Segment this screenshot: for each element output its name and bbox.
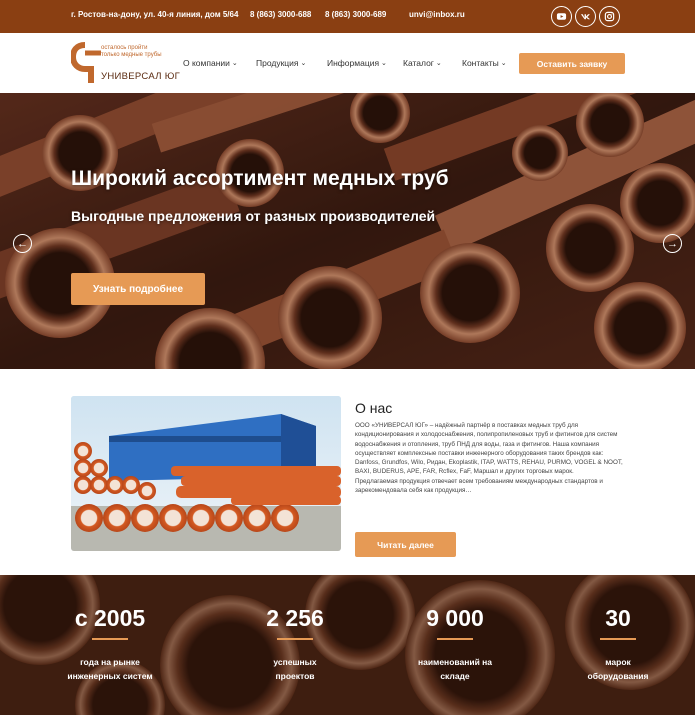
about-title: О нас	[355, 400, 393, 416]
hero-slider: Широкий ассортимент медных труб Выгодные…	[0, 93, 695, 369]
request-button[interactable]: Оставить заявку	[519, 53, 625, 74]
chevron-down-icon: ⌄	[231, 60, 238, 67]
nav-item-products[interactable]: Продукция ⌄	[256, 58, 306, 68]
phone-link-2[interactable]: 8 (863) 3000-689	[325, 10, 386, 19]
logo-slogan: осталось пройти только медные трубы	[101, 45, 162, 58]
stat-label: года на рынке инженерных систем	[67, 657, 153, 681]
about-paragraph-2: Предлагаемая продукция отвечает всем тре…	[355, 477, 603, 495]
nav-item-about[interactable]: О компании ⌄	[183, 58, 238, 68]
read-more-button[interactable]: Читать далее	[355, 532, 456, 557]
chevron-down-icon: ⌄	[500, 60, 507, 67]
nav-item-catalog[interactable]: Каталог ⌄	[403, 58, 442, 68]
copper-pipes-image	[0, 93, 695, 369]
logo-brand: УНИВЕРСАЛ ЮГ	[101, 71, 181, 82]
about-text: ООО «УНИВЕРСАЛ ЮГ» – надёжный партнёр в …	[355, 421, 629, 495]
stat-value: 2 256	[266, 605, 324, 631]
email-link[interactable]: unvi@inbox.ru	[409, 10, 465, 19]
stat-label: успешных проектов	[273, 657, 317, 681]
hero-subtitle: Выгодные предложения от разных производи…	[71, 208, 436, 224]
stat-divider	[600, 638, 636, 640]
youtube-icon[interactable]	[551, 6, 572, 27]
stats-background-image	[0, 575, 695, 715]
stat-label: марок оборудования	[587, 657, 649, 681]
address-text: г. Ростов-на-дону, ул. 40-я линия, дом 5…	[71, 10, 239, 19]
stat-value: 9 000	[426, 605, 484, 631]
hero-title: Широкий ассортимент медных труб	[71, 167, 449, 190]
nav-item-contacts[interactable]: Контакты ⌄	[462, 58, 507, 68]
warehouse-pipes-image	[71, 396, 341, 551]
arrow-left-icon[interactable]: ←	[13, 234, 32, 253]
stat-divider	[92, 638, 128, 640]
phone-link-1[interactable]: 8 (863) 3000-688	[250, 10, 311, 19]
stat-divider	[277, 638, 313, 640]
chevron-down-icon: ⌄	[300, 60, 307, 67]
instagram-icon[interactable]	[599, 6, 620, 27]
top-bar: г. Ростов-на-дону, ул. 40-я линия, дом 5…	[0, 0, 695, 33]
chevron-down-icon: ⌄	[381, 60, 387, 67]
stat-value: 30	[605, 605, 631, 631]
vk-icon[interactable]	[575, 6, 596, 27]
stat-value: с 2005	[74, 605, 146, 631]
stat-label: наименований на складе	[417, 657, 493, 681]
stats-section: с 2005 года на рынке инженерных систем 2 …	[0, 575, 695, 715]
about-paragraph-1: ООО «УНИВЕРСАЛ ЮГ» – надёжный партнёр в …	[355, 422, 623, 476]
learn-more-button[interactable]: Узнать подробнее	[71, 273, 205, 305]
chevron-down-icon: ⌄	[435, 60, 442, 67]
site-header: осталось пройти только медные трубы УНИВ…	[0, 33, 695, 93]
arrow-right-icon[interactable]: →	[663, 234, 682, 253]
logo-mark-icon	[71, 42, 101, 83]
stat-divider	[437, 638, 473, 640]
company-logo[interactable]: осталось пройти только медные трубы УНИВ…	[71, 39, 180, 87]
nav-item-info[interactable]: Информация ⌄	[327, 58, 387, 68]
